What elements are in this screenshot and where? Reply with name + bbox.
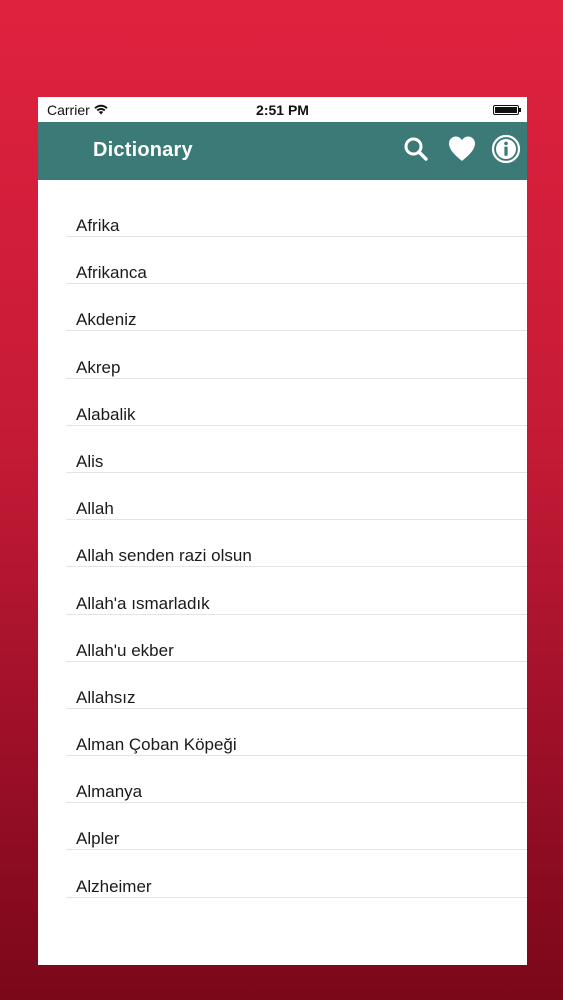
word-label: Afrika [76, 216, 120, 235]
list-item[interactable]: Allah'a ısmarladık [38, 584, 527, 631]
word-label: Alzheimer [76, 876, 152, 896]
word-label: Allah senden razi olsun [76, 546, 252, 566]
list-item[interactable]: Allah senden razi olsun [38, 536, 527, 583]
list-item[interactable]: Afrikanca [38, 253, 527, 300]
word-label: Afrikanca [76, 263, 147, 283]
status-bar: Carrier 2:51 PM [38, 97, 527, 122]
info-button[interactable] [490, 134, 522, 169]
page-title: Dictionary [93, 139, 193, 161]
list-item[interactable]: Alpler [38, 819, 527, 866]
list-item[interactable]: Allah'u ekber [38, 631, 527, 678]
list-item[interactable]: Alis [38, 442, 527, 489]
word-label: Alman Çoban Köpeği [76, 735, 237, 755]
list-item[interactable]: Allah [38, 489, 527, 536]
word-list: Afrika Afrikanca Akdeniz Akrep Alabalik … [38, 180, 527, 914]
word-label: Alis [76, 451, 104, 471]
app-screen: Carrier 2:51 PM Dictionary Afrika Afrika… [38, 97, 527, 965]
status-time: 2:51 PM [256, 102, 309, 118]
list-item[interactable]: Alabalik [38, 395, 527, 442]
info-icon [491, 134, 521, 169]
list-item[interactable]: Allahsız [38, 678, 527, 725]
battery-icon [493, 105, 521, 115]
list-item[interactable]: Akrep [38, 348, 527, 395]
list-item[interactable]: Akdeniz [38, 300, 527, 347]
list-item[interactable]: Almanya [38, 772, 527, 819]
list-item[interactable]: Alman Çoban Köpeği [38, 725, 527, 772]
word-label: Akdeniz [76, 310, 137, 330]
word-label: Alabalik [76, 404, 136, 424]
search-button[interactable] [400, 135, 432, 167]
list-item[interactable]: Afrika [38, 206, 527, 253]
nav-bar: Dictionary [38, 122, 527, 180]
word-label: Akrep [76, 357, 121, 377]
search-icon [403, 136, 429, 167]
word-label: Allah'u ekber [76, 640, 174, 660]
heart-icon [447, 135, 477, 167]
favorites-button[interactable] [446, 135, 478, 167]
word-label: Allahsız [76, 687, 136, 707]
word-label: Alpler [76, 829, 120, 849]
word-label: Almanya [76, 782, 143, 802]
word-label: Allah [76, 499, 114, 519]
word-label: Allah'a ısmarladık [76, 593, 210, 613]
list-item[interactable]: Alzheimer [38, 867, 527, 914]
